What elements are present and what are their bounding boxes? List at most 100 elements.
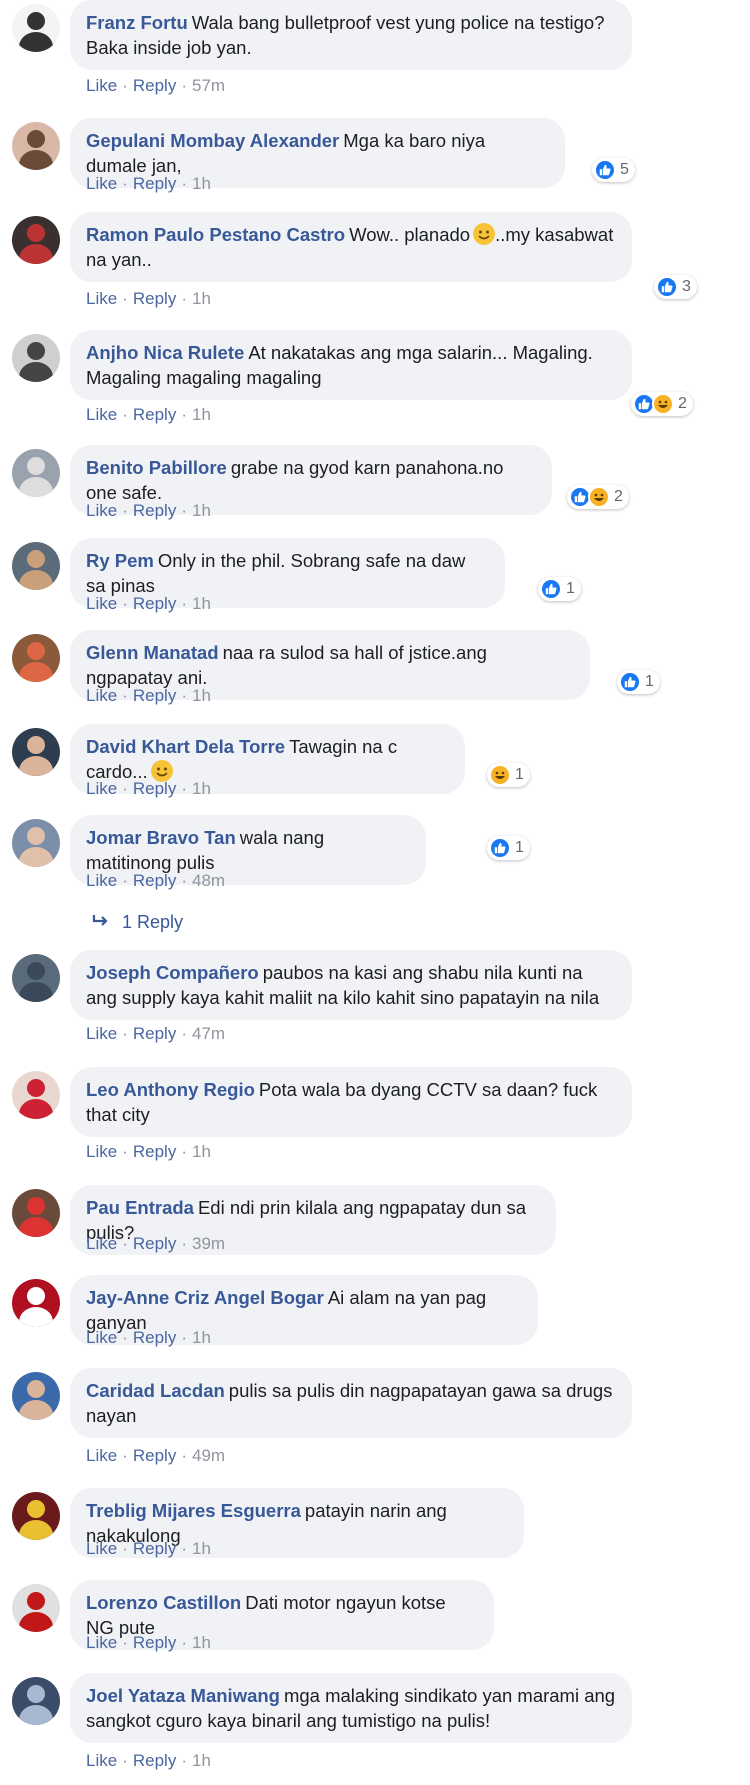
comment-timestamp[interactable]: 47m bbox=[192, 1024, 225, 1043]
reaction-summary[interactable]: 2 bbox=[631, 392, 693, 416]
comment-author-link[interactable]: Ramon Paulo Pestano Castro bbox=[86, 224, 345, 245]
comment-author-link[interactable]: Pau Entrada bbox=[86, 1197, 194, 1218]
user-avatar[interactable] bbox=[12, 1492, 60, 1540]
comment-timestamp[interactable]: 1h bbox=[192, 779, 211, 798]
reply-link[interactable]: Reply bbox=[133, 405, 176, 424]
reply-link[interactable]: Reply bbox=[133, 1024, 176, 1043]
user-avatar[interactable] bbox=[12, 449, 60, 497]
comment-timestamp[interactable]: 1h bbox=[192, 1142, 211, 1161]
user-avatar[interactable] bbox=[12, 1677, 60, 1725]
reply-link[interactable]: Reply bbox=[133, 1539, 176, 1558]
like-link[interactable]: Like bbox=[86, 1751, 117, 1770]
reply-link[interactable]: Reply bbox=[133, 594, 176, 613]
haha-reaction-icon bbox=[489, 764, 511, 786]
comment-timestamp[interactable]: 1h bbox=[192, 174, 211, 193]
user-avatar[interactable] bbox=[12, 1189, 60, 1237]
reply-link[interactable]: Reply bbox=[133, 1751, 176, 1770]
comment-author-link[interactable]: David Khart Dela Torre bbox=[86, 736, 285, 757]
like-link[interactable]: Like bbox=[86, 1328, 117, 1347]
user-avatar[interactable] bbox=[12, 334, 60, 382]
user-avatar[interactable] bbox=[12, 542, 60, 590]
comment-timestamp[interactable]: 49m bbox=[192, 1446, 225, 1465]
comment-timestamp[interactable]: 1h bbox=[192, 405, 211, 424]
comment-timestamp[interactable]: 1h bbox=[192, 289, 211, 308]
reaction-summary[interactable]: 5 bbox=[592, 158, 635, 182]
like-link[interactable]: Like bbox=[86, 1446, 117, 1465]
comment-author-link[interactable]: Lorenzo Castillon bbox=[86, 1592, 241, 1613]
user-avatar[interactable] bbox=[12, 1071, 60, 1119]
avatar-figure-head bbox=[27, 827, 45, 845]
reaction-summary[interactable]: 2 bbox=[567, 485, 629, 509]
like-link[interactable]: Like bbox=[86, 174, 117, 193]
user-avatar[interactable] bbox=[12, 216, 60, 264]
like-link[interactable]: Like bbox=[86, 594, 117, 613]
view-replies-link[interactable]: 1 Reply bbox=[92, 912, 183, 933]
reply-link[interactable]: Reply bbox=[133, 871, 176, 890]
reply-link[interactable]: Reply bbox=[133, 779, 176, 798]
comment-timestamp[interactable]: 1h bbox=[192, 594, 211, 613]
comment-timestamp[interactable]: 39m bbox=[192, 1234, 225, 1253]
comment-author-link[interactable]: Ry Pem bbox=[86, 550, 154, 571]
comment-author-link[interactable]: Caridad Lacdan bbox=[86, 1380, 225, 1401]
like-link[interactable]: Like bbox=[86, 501, 117, 520]
user-avatar[interactable] bbox=[12, 634, 60, 682]
reply-link[interactable]: Reply bbox=[133, 174, 176, 193]
reply-link[interactable]: Reply bbox=[133, 1142, 176, 1161]
reply-link[interactable]: Reply bbox=[133, 501, 176, 520]
reply-link[interactable]: Reply bbox=[133, 1633, 176, 1652]
reply-link[interactable]: Reply bbox=[133, 1328, 176, 1347]
comment-timestamp[interactable]: 1h bbox=[192, 686, 211, 705]
comment-timestamp[interactable]: 1h bbox=[192, 1751, 211, 1770]
reply-link[interactable]: Reply bbox=[133, 1234, 176, 1253]
like-link[interactable]: Like bbox=[86, 1142, 117, 1161]
user-avatar[interactable] bbox=[12, 954, 60, 1002]
separator-dot: · bbox=[181, 1446, 187, 1465]
like-link[interactable]: Like bbox=[86, 1234, 117, 1253]
comment-author-link[interactable]: Glenn Manatad bbox=[86, 642, 219, 663]
reaction-summary[interactable]: 1 bbox=[487, 836, 530, 860]
reaction-summary[interactable]: 1 bbox=[538, 577, 581, 601]
comment-author-link[interactable]: Jomar Bravo Tan bbox=[86, 827, 236, 848]
comment-author-link[interactable]: Jay-Anne Criz Angel Bogar bbox=[86, 1287, 324, 1308]
reaction-summary[interactable]: 3 bbox=[654, 275, 697, 299]
separator-dot: · bbox=[122, 871, 128, 890]
comment-author-link[interactable]: Leo Anthony Regio bbox=[86, 1079, 255, 1100]
user-avatar[interactable] bbox=[12, 1372, 60, 1420]
comment-author-link[interactable]: Anjho Nica Rulete bbox=[86, 342, 244, 363]
like-link[interactable]: Like bbox=[86, 1024, 117, 1043]
user-avatar[interactable] bbox=[12, 1279, 60, 1327]
comment-author-link[interactable]: Joseph Compañero bbox=[86, 962, 259, 983]
user-avatar[interactable] bbox=[12, 122, 60, 170]
comment-timestamp[interactable]: 1h bbox=[192, 1633, 211, 1652]
like-link[interactable]: Like bbox=[86, 871, 117, 890]
like-link[interactable]: Like bbox=[86, 405, 117, 424]
like-link[interactable]: Like bbox=[86, 1633, 117, 1652]
like-link[interactable]: Like bbox=[86, 779, 117, 798]
reaction-summary[interactable]: 1 bbox=[487, 763, 530, 787]
comment-timestamp[interactable]: 1h bbox=[192, 1539, 211, 1558]
comment-timestamp[interactable]: 57m bbox=[192, 76, 225, 95]
user-avatar[interactable] bbox=[12, 1584, 60, 1632]
user-avatar[interactable] bbox=[12, 819, 60, 867]
user-avatar[interactable] bbox=[12, 728, 60, 776]
comment-timestamp[interactable]: 48m bbox=[192, 871, 225, 890]
like-link[interactable]: Like bbox=[86, 1539, 117, 1558]
reply-link[interactable]: Reply bbox=[133, 76, 176, 95]
like-link[interactable]: Like bbox=[86, 686, 117, 705]
like-link[interactable]: Like bbox=[86, 289, 117, 308]
comment-timestamp[interactable]: 1h bbox=[192, 1328, 211, 1347]
reply-link[interactable]: Reply bbox=[133, 1446, 176, 1465]
like-link[interactable]: Like bbox=[86, 76, 117, 95]
reply-link[interactable]: Reply bbox=[133, 686, 176, 705]
comment-author-link[interactable]: Gepulani Mombay Alexander bbox=[86, 130, 339, 151]
reply-link[interactable]: Reply bbox=[133, 289, 176, 308]
comment-author-link[interactable]: Benito Pabillore bbox=[86, 457, 227, 478]
reaction-summary[interactable]: 1 bbox=[617, 670, 660, 694]
avatar-figure-body bbox=[19, 32, 53, 52]
avatar-figure-head bbox=[27, 12, 45, 30]
user-avatar[interactable] bbox=[12, 4, 60, 52]
comment-author-link[interactable]: Joel Yataza Maniwang bbox=[86, 1685, 280, 1706]
comment-author-link[interactable]: Franz Fortu bbox=[86, 12, 188, 33]
comment-timestamp[interactable]: 1h bbox=[192, 501, 211, 520]
comment-author-link[interactable]: Treblig Mijares Esguerra bbox=[86, 1500, 301, 1521]
